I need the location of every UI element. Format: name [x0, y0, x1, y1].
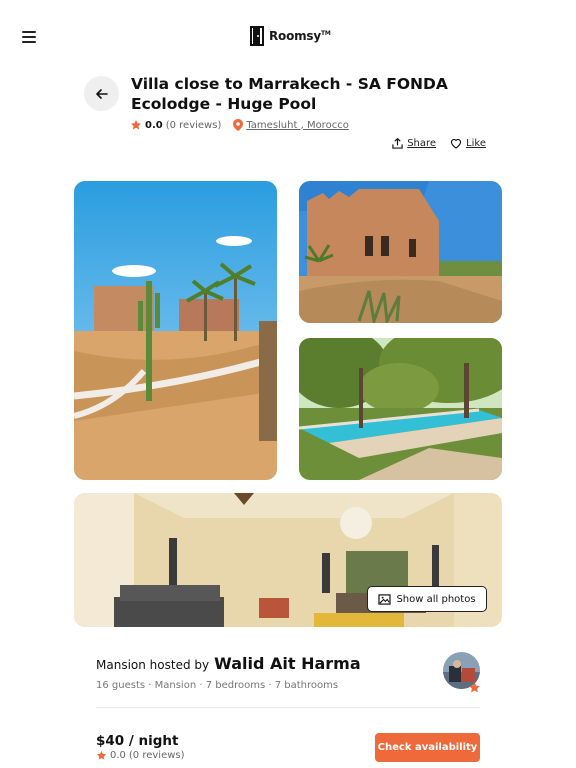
star-icon [131, 120, 141, 130]
reviews-count: (0 reviews) [165, 119, 222, 131]
show-all-label: Show all photos [396, 593, 476, 605]
gallery-photo-2[interactable] [299, 181, 502, 323]
image-icon [378, 593, 392, 605]
logo[interactable]: RoomsyTM [249, 26, 331, 46]
location-pin-icon [233, 119, 244, 131]
booking-reviews-count: (0 reviews) [128, 750, 185, 761]
listing-actions: Share Like [392, 138, 486, 149]
listing-title: Villa close to Marrakech - SA FONDA Ecol… [131, 75, 448, 113]
star-icon [96, 750, 107, 760]
like-button[interactable]: Like [450, 138, 486, 149]
listing-meta: 0.0 (0 reviews) Tamesluht , Morocco [130, 119, 349, 131]
booking-rating: 0.0 (0 reviews) [96, 750, 185, 761]
host-heading: Mansion hosted by Walid Ait Harma [96, 654, 361, 673]
host-name: Walid Ait Harma [214, 654, 361, 673]
booking-rating-value: 0.0 [110, 750, 126, 761]
arrow-left-icon [95, 88, 108, 99]
share-icon [392, 138, 403, 149]
superhost-star-icon [469, 682, 480, 693]
divider [96, 707, 480, 708]
like-label: Like [466, 138, 486, 149]
heart-icon [451, 138, 462, 149]
gallery-photo-3[interactable] [299, 338, 502, 480]
menu-icon[interactable] [22, 31, 38, 44]
show-all-photos-button[interactable]: Show all photos [367, 586, 487, 612]
price-per-night: $40 / night [96, 733, 179, 749]
host-prefix: Mansion hosted by [96, 658, 210, 672]
listing-details: 16 guests · Mansion · 7 bedrooms · 7 bat… [96, 680, 339, 691]
brand-name: RoomsyTM [269, 29, 331, 43]
check-availability-button[interactable]: Check availability [375, 733, 480, 762]
back-button[interactable] [84, 76, 119, 111]
share-label: Share [407, 138, 437, 149]
rating-value: 0.0 [145, 119, 163, 131]
share-button[interactable]: Share [392, 138, 436, 149]
location-link[interactable]: Tamesluht , Morocco [246, 120, 348, 131]
gallery-photo-main[interactable] [74, 181, 277, 480]
door-logo-icon [250, 26, 264, 46]
header: RoomsyTM [0, 0, 576, 70]
